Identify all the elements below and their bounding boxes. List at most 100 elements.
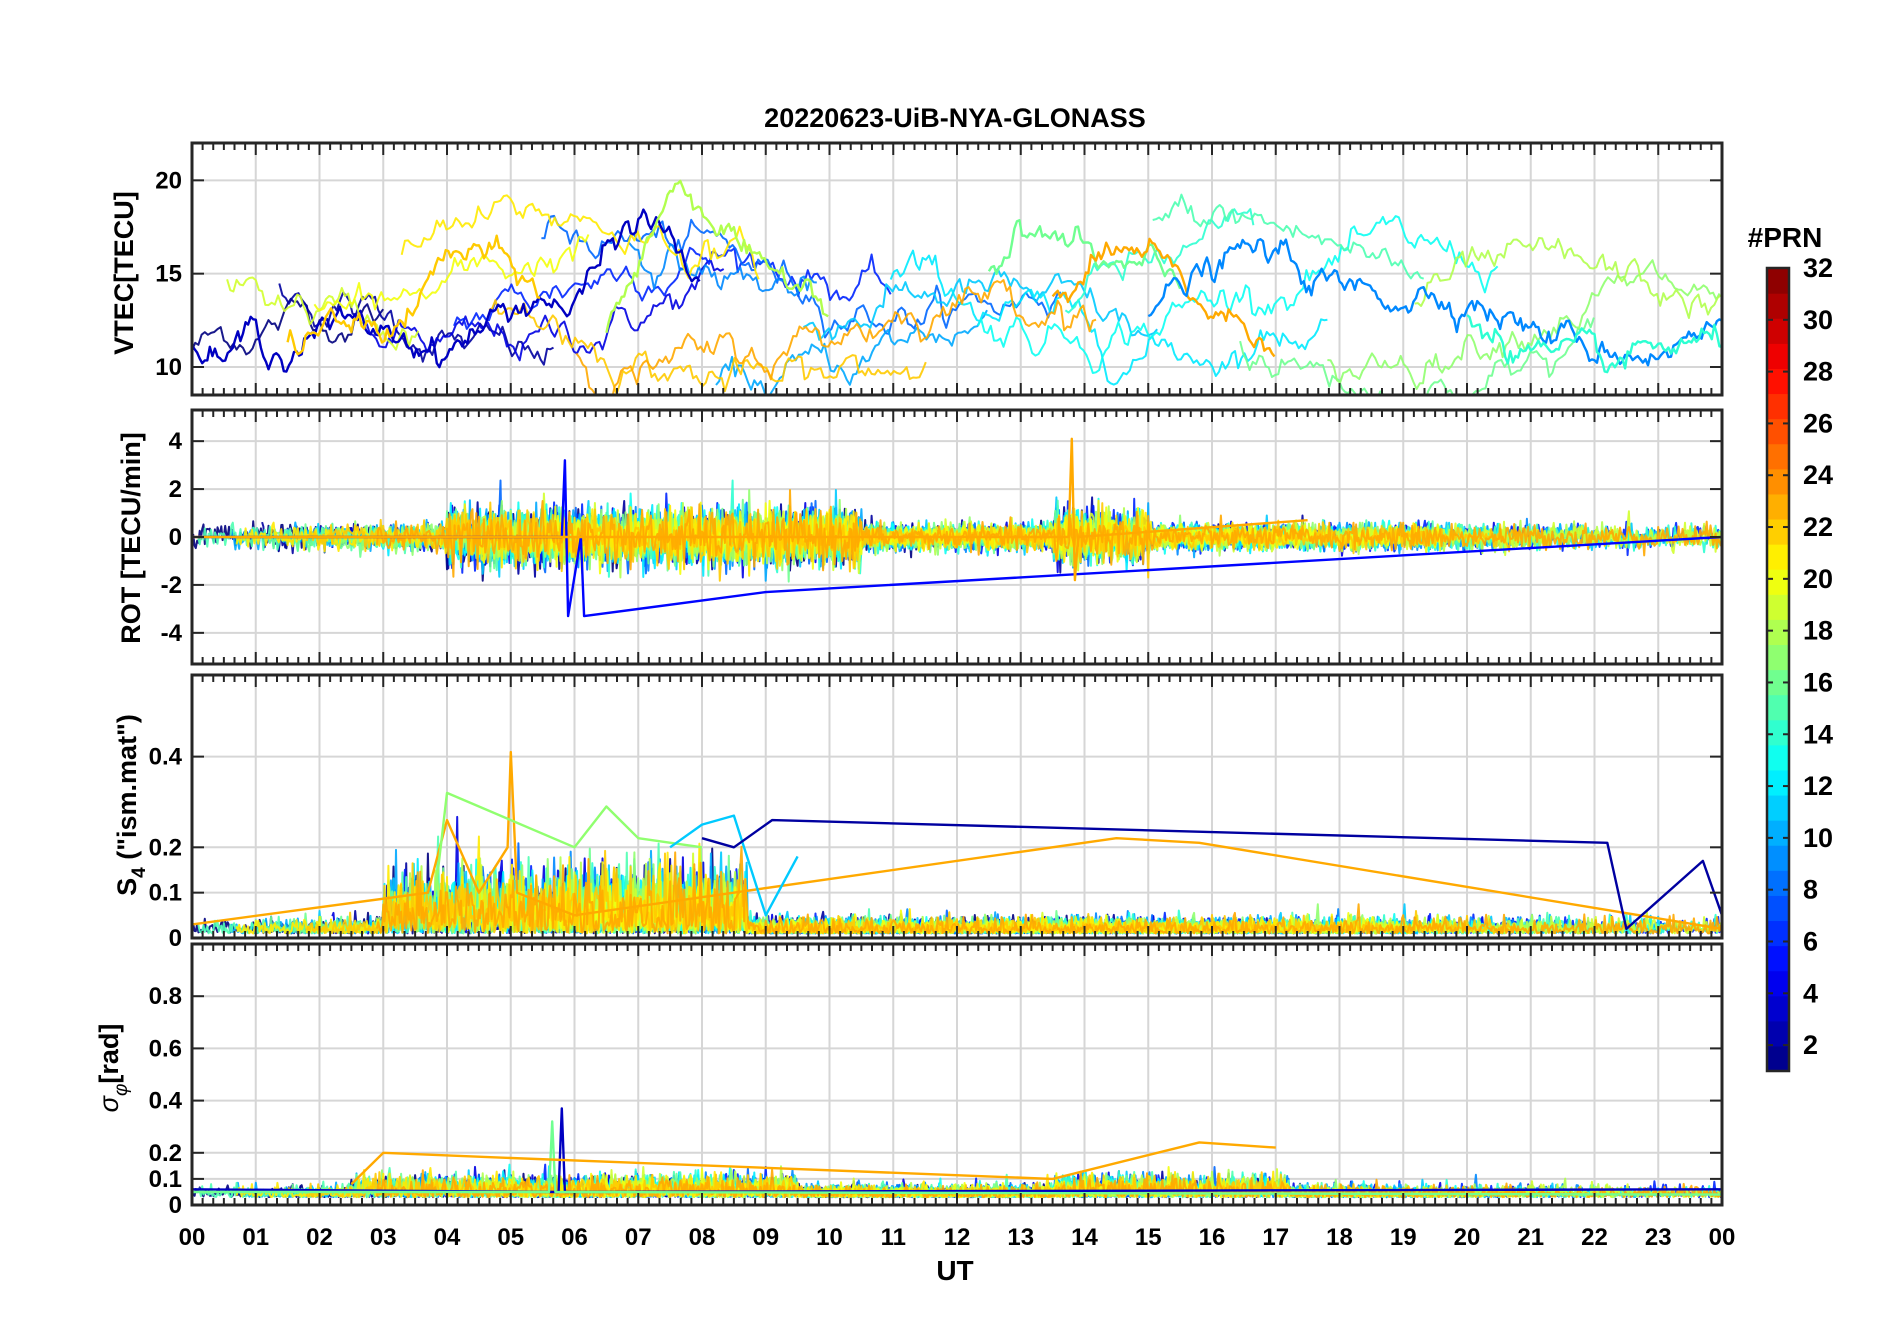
- series-line-prn-9: [1147, 238, 1722, 367]
- colorbar-swatch: [1767, 794, 1789, 821]
- colorbar-tick-label: 14: [1803, 719, 1833, 749]
- colorbar-swatch: [1767, 518, 1789, 545]
- colorbar-swatch: [1767, 569, 1789, 595]
- colorbar-swatch: [1767, 870, 1789, 896]
- colorbar-tick-label: 4: [1803, 978, 1818, 1008]
- colorbar-swatch: [1767, 769, 1789, 796]
- colorbar-tick-label: 26: [1803, 408, 1833, 438]
- x-tick-label: 23: [1645, 1224, 1672, 1251]
- series-line-prn-3: [192, 208, 701, 373]
- s4-y-axis-label: S4 ("ism.mat"): [112, 714, 150, 896]
- colorbar: 2468101214161820222426283032: [1765, 253, 1833, 1073]
- x-tick-label: 10: [816, 1224, 843, 1251]
- colorbar-tick-label: 20: [1803, 564, 1833, 594]
- colorbar-swatch: [1767, 443, 1789, 470]
- series-line-prn-18: [1414, 237, 1722, 319]
- colorbar-tick-label: 8: [1803, 875, 1818, 905]
- colorbar-swatch: [1767, 594, 1789, 620]
- x-tick-label: 05: [497, 1224, 524, 1251]
- x-tick-label: 15: [1135, 1224, 1162, 1251]
- y-tick-label: 0: [169, 925, 182, 952]
- y-tick-label: -4: [161, 620, 183, 647]
- colorbar-swatch: [1767, 845, 1789, 871]
- x-tick-label: 08: [689, 1224, 716, 1251]
- colorbar-swatch: [1767, 694, 1789, 721]
- x-tick-label: 19: [1390, 1224, 1417, 1251]
- x-tick-label: 16: [1199, 1224, 1226, 1251]
- colorbar-swatch: [1767, 719, 1789, 746]
- vtec-y-axis-label: VTEC[TECU]: [109, 191, 139, 355]
- y-tick-label: 0.8: [149, 983, 182, 1010]
- x-tick-label: 02: [306, 1224, 333, 1251]
- x-tick-label: 20: [1454, 1224, 1481, 1251]
- x-tick-label: 17: [1262, 1224, 1289, 1251]
- x-tick-label: 06: [561, 1224, 588, 1251]
- grid: [192, 944, 1722, 1205]
- y-tick-label: 0.2: [149, 1140, 182, 1167]
- series-line-prn-13: [977, 215, 1499, 374]
- colorbar-swatch: [1767, 744, 1789, 771]
- chart-title: 20220623-UiB-NYA-GLONASS: [764, 103, 1146, 133]
- colorbar-tick-label: 16: [1803, 667, 1833, 697]
- y-tick-label: 0.4: [149, 744, 183, 771]
- colorbar-swatch: [1767, 945, 1789, 972]
- figure: 20220623-UiB-NYA-GLONASS 101520 -4-2024 …: [94, 103, 1833, 1286]
- colorbar-title: #PRN: [1748, 222, 1823, 253]
- y-tick-label: 0: [169, 524, 182, 551]
- rot-y-axis-label: ROT [TECU/min]: [116, 432, 146, 643]
- x-tick-label: 00: [179, 1224, 206, 1251]
- y-tick-label: 0.6: [149, 1035, 182, 1062]
- y-tick-label: 10: [155, 354, 182, 381]
- colorbar-swatch: [1767, 820, 1789, 846]
- colorbar-tick-label: 6: [1803, 926, 1818, 956]
- colorbar-swatch: [1767, 393, 1789, 420]
- colorbar-swatch: [1767, 1045, 1789, 1072]
- x-tick-label: 04: [434, 1224, 461, 1251]
- colorbar-swatch: [1767, 995, 1789, 1022]
- y-tick-label: 0.1: [149, 880, 182, 907]
- x-tick-label: 12: [944, 1224, 971, 1251]
- y-tick-label: 20: [155, 167, 182, 194]
- y-tick-label: 0: [169, 1192, 182, 1219]
- x-tick-label: 22: [1581, 1224, 1608, 1251]
- x-tick-label: 14: [1071, 1224, 1098, 1251]
- x-tick-label: 11: [881, 1224, 906, 1251]
- colorbar-tick-label: 28: [1803, 357, 1833, 387]
- colorbar-tick-label: 2: [1803, 1030, 1818, 1060]
- series-line-prn-22: [488, 299, 927, 395]
- y-tick-label: 0.1: [149, 1166, 182, 1193]
- series-line-prn-4: [365, 259, 725, 362]
- y-tick-label: 0.2: [149, 834, 182, 861]
- colorbar-tick-label: 30: [1803, 305, 1833, 335]
- x-tick-label: 13: [1007, 1224, 1034, 1251]
- series-line-prn-23: [575, 279, 1097, 395]
- series-line-prn-15: [1152, 193, 1425, 280]
- colorbar-swatch: [1767, 644, 1789, 671]
- series-line-prn-17: [1327, 259, 1721, 390]
- svg-text:VTEC[TECU]: VTEC[TECU]: [109, 191, 139, 355]
- y-tick-label: 2: [169, 476, 182, 503]
- y-tick-label: 15: [155, 261, 182, 288]
- colorbar-swatch: [1767, 318, 1789, 344]
- colorbar-tick-label: 24: [1803, 460, 1833, 490]
- x-tick-label: 07: [625, 1224, 652, 1251]
- series-line-prn-11: [803, 267, 1158, 341]
- colorbar-tick-label: 12: [1803, 771, 1833, 801]
- svg-text:σφ[rad]: σφ[rad]: [94, 1024, 132, 1113]
- colorbar-tick-label: 10: [1803, 823, 1833, 853]
- colorbar-swatch: [1767, 268, 1789, 294]
- colorbar-tick-label: 22: [1803, 512, 1833, 542]
- colorbar-swatch: [1767, 493, 1789, 520]
- colorbar-swatch: [1767, 343, 1789, 369]
- series-line-prn-20: [313, 234, 590, 311]
- colorbar-swatch: [1767, 293, 1789, 319]
- svg-text:ROT [TECU/min]: ROT [TECU/min]: [116, 432, 146, 643]
- colorbar-swatch: [1767, 544, 1789, 570]
- sigma-phi-y-axis-label: σφ[rad]: [94, 1024, 132, 1113]
- y-tick-label: 0.4: [149, 1088, 183, 1115]
- x-tick-label: 00: [1709, 1224, 1736, 1251]
- s4-panel: 0 0.1 0.2 0.4: [149, 673, 1724, 952]
- x-tick-label: 21: [1517, 1224, 1544, 1251]
- y-tick-label: 4: [169, 428, 183, 455]
- x-axis-label: UT: [936, 1255, 973, 1286]
